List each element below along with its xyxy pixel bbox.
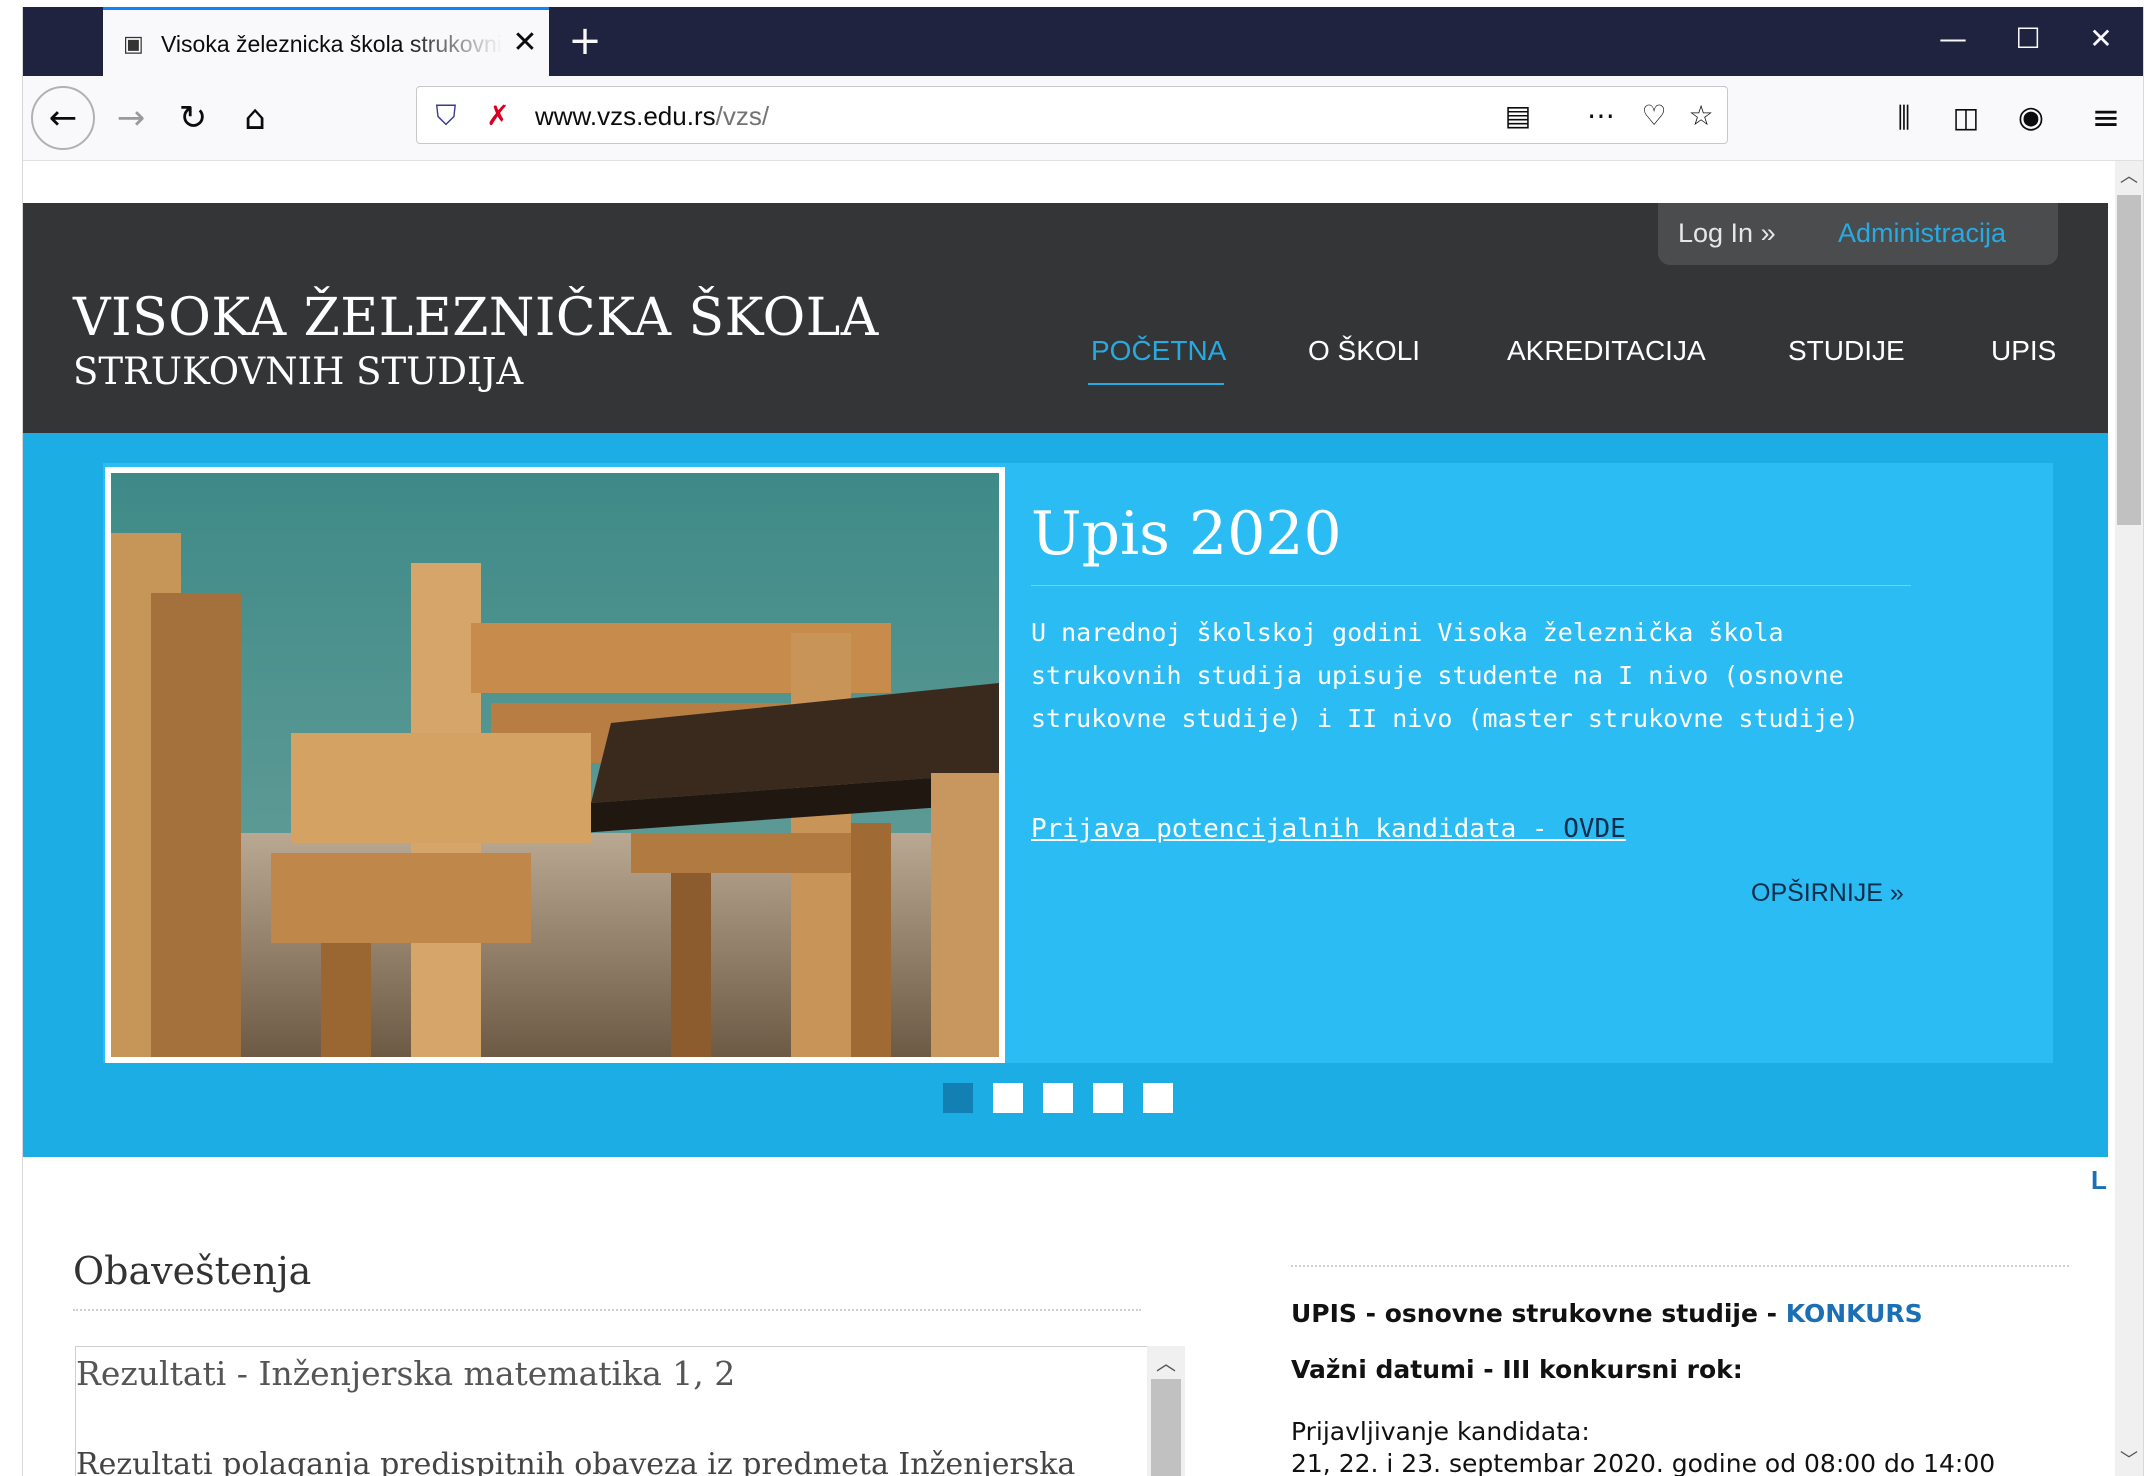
login-link[interactable]: Log In » xyxy=(1678,213,1776,253)
notices-scroll-box[interactable]: Rezultati - Inženjerska matematika 1, 2 … xyxy=(75,1346,1185,1476)
login-bar: Log In » Administracija xyxy=(1658,203,2058,265)
back-arrow-icon[interactable]: ← xyxy=(31,86,95,150)
nav-akreditacija[interactable]: AKREDITACIJA xyxy=(1507,331,1706,371)
nav-upis[interactable]: UPIS xyxy=(1991,331,2056,371)
page-scrollbar-thumb[interactable] xyxy=(2117,195,2141,525)
registration-dates: 21, 22. i 23. septembar 2020. godine od … xyxy=(1291,1449,1996,1476)
clipped-edge-text: L xyxy=(2091,1165,2107,1195)
upis-label: UPIS - osnovne strukovne studije - xyxy=(1291,1299,1786,1328)
close-tab-icon[interactable]: ✕ xyxy=(508,26,542,60)
new-tab-button[interactable]: + xyxy=(563,19,607,63)
url-host: www.vzs.edu.rs xyxy=(535,101,716,131)
pocket-icon[interactable]: ♡ xyxy=(1635,97,1673,135)
minimize-button[interactable]: — xyxy=(1923,17,1983,61)
nav-studije[interactable]: STUDIJE xyxy=(1788,331,1905,371)
nav-active-indicator xyxy=(1088,383,1224,385)
close-window-button[interactable]: ✕ xyxy=(2071,17,2131,61)
library-icon[interactable]: ⫼ xyxy=(1876,90,1932,146)
slider-dot-1[interactable] xyxy=(943,1083,973,1113)
notice-item-text: Rezultati polaganja predispitnih obaveza… xyxy=(76,1447,1076,1476)
browser-window: ▣ Visoka železnicka škola strukovnih stu… xyxy=(22,7,2144,1476)
maximize-button[interactable]: ☐ xyxy=(1998,17,2058,61)
slide-title[interactable]: Upis 2020 xyxy=(1031,497,1342,571)
slider-dot-5[interactable] xyxy=(1143,1083,1173,1113)
nav-o-skoli[interactable]: O ŠKOLI xyxy=(1308,331,1420,371)
upis-line: UPIS - osnovne strukovne studije - KONKU… xyxy=(1291,1297,1923,1331)
slider-dot-2[interactable] xyxy=(993,1083,1023,1113)
candidate-application-ovde: OVDE xyxy=(1563,814,1626,844)
url-text: www.vzs.edu.rs/vzs/ xyxy=(535,99,769,133)
scroll-up-icon[interactable]: ︿ xyxy=(2115,163,2143,191)
site-title[interactable]: VISOKA ŽELEZNIČKA ŠKOLA xyxy=(73,288,879,348)
konkurs-link[interactable]: KONKURS xyxy=(1786,1299,1923,1328)
scroll-down-icon[interactable]: ﹀ xyxy=(2115,1447,2143,1475)
notices-scrollbar-thumb[interactable] xyxy=(1151,1379,1181,1476)
hero-slider: Upis 2020 U narednoj školskoj godini Vis… xyxy=(23,433,2108,1157)
slide-photo[interactable] xyxy=(105,467,1005,1063)
registration-label: Prijavljivanje kandidata: xyxy=(1291,1417,1590,1446)
slider-dot-3[interactable] xyxy=(1043,1083,1073,1113)
reader-view-icon[interactable]: ▤ xyxy=(1499,97,1537,135)
browser-tab[interactable]: ▣ Visoka železnicka škola strukovnih stu… xyxy=(103,7,549,76)
account-icon[interactable]: ◉ xyxy=(2003,90,2059,146)
insecure-lock-icon[interactable]: ✗ xyxy=(479,97,517,135)
admin-link[interactable]: Administracija xyxy=(1838,213,2006,253)
bookmark-star-icon[interactable]: ☆ xyxy=(1682,97,1720,135)
notices-heading: Obaveštenja xyxy=(73,1249,312,1293)
more-actions-icon[interactable]: ⋯ xyxy=(1582,97,1620,135)
sidebar-icon[interactable]: ◫ xyxy=(1938,90,1994,146)
sidebar-divider xyxy=(1291,1265,2069,1267)
page-viewport: Log In » Administracija VISOKA ŽELEZNIČK… xyxy=(23,161,2108,1476)
read-more-link[interactable]: OPŠIRNIJE » xyxy=(1751,873,1904,913)
slide-text: U narednoj školskoj godini Visoka železn… xyxy=(1031,618,1859,733)
slide-divider xyxy=(1031,585,1911,586)
notices-divider xyxy=(73,1309,1141,1311)
menu-icon[interactable]: ≡ xyxy=(2078,90,2134,146)
candidate-application-label: Prijava potencijalnih kandidata - xyxy=(1031,814,1564,844)
site-favicon-icon: ▣ xyxy=(123,32,144,57)
site-header: Log In » Administracija VISOKA ŽELEZNIČK… xyxy=(23,203,2108,433)
reload-icon[interactable]: ↻ xyxy=(165,90,221,146)
site-subtitle[interactable]: STRUKOVNIH STUDIJA xyxy=(73,350,523,394)
shield-icon[interactable]: ⛉ xyxy=(427,97,465,135)
home-icon[interactable]: ⌂ xyxy=(227,90,283,146)
chevron-up-icon[interactable]: ︿ xyxy=(1147,1349,1185,1377)
slider-dot-4[interactable] xyxy=(1093,1083,1123,1113)
classroom-chairs-image xyxy=(111,473,999,1057)
forward-arrow-icon[interactable]: → xyxy=(103,90,159,146)
navigation-toolbar: ← → ↻ ⌂ ⛉ ✗ www.vzs.edu.rs/vzs/ ▤ ⋯ ♡ ☆ … xyxy=(23,76,2143,161)
url-path: /vzs/ xyxy=(715,101,770,131)
notice-item-title[interactable]: Rezultati - Inženjerska matematika 1, 2 xyxy=(76,1351,735,1397)
candidate-application-link[interactable]: Prijava potencijalnih kandidata - OVDE xyxy=(1031,809,1626,849)
important-dates-label: Važni datumi - III konkursni rok: xyxy=(1291,1355,1743,1384)
address-bar[interactable]: ⛉ ✗ www.vzs.edu.rs/vzs/ ▤ ⋯ ♡ ☆ xyxy=(416,86,1728,144)
nav-pocetna[interactable]: POČETNA xyxy=(1091,331,1226,371)
tab-strip: ▣ Visoka železnicka škola strukovnih stu… xyxy=(23,7,2143,76)
